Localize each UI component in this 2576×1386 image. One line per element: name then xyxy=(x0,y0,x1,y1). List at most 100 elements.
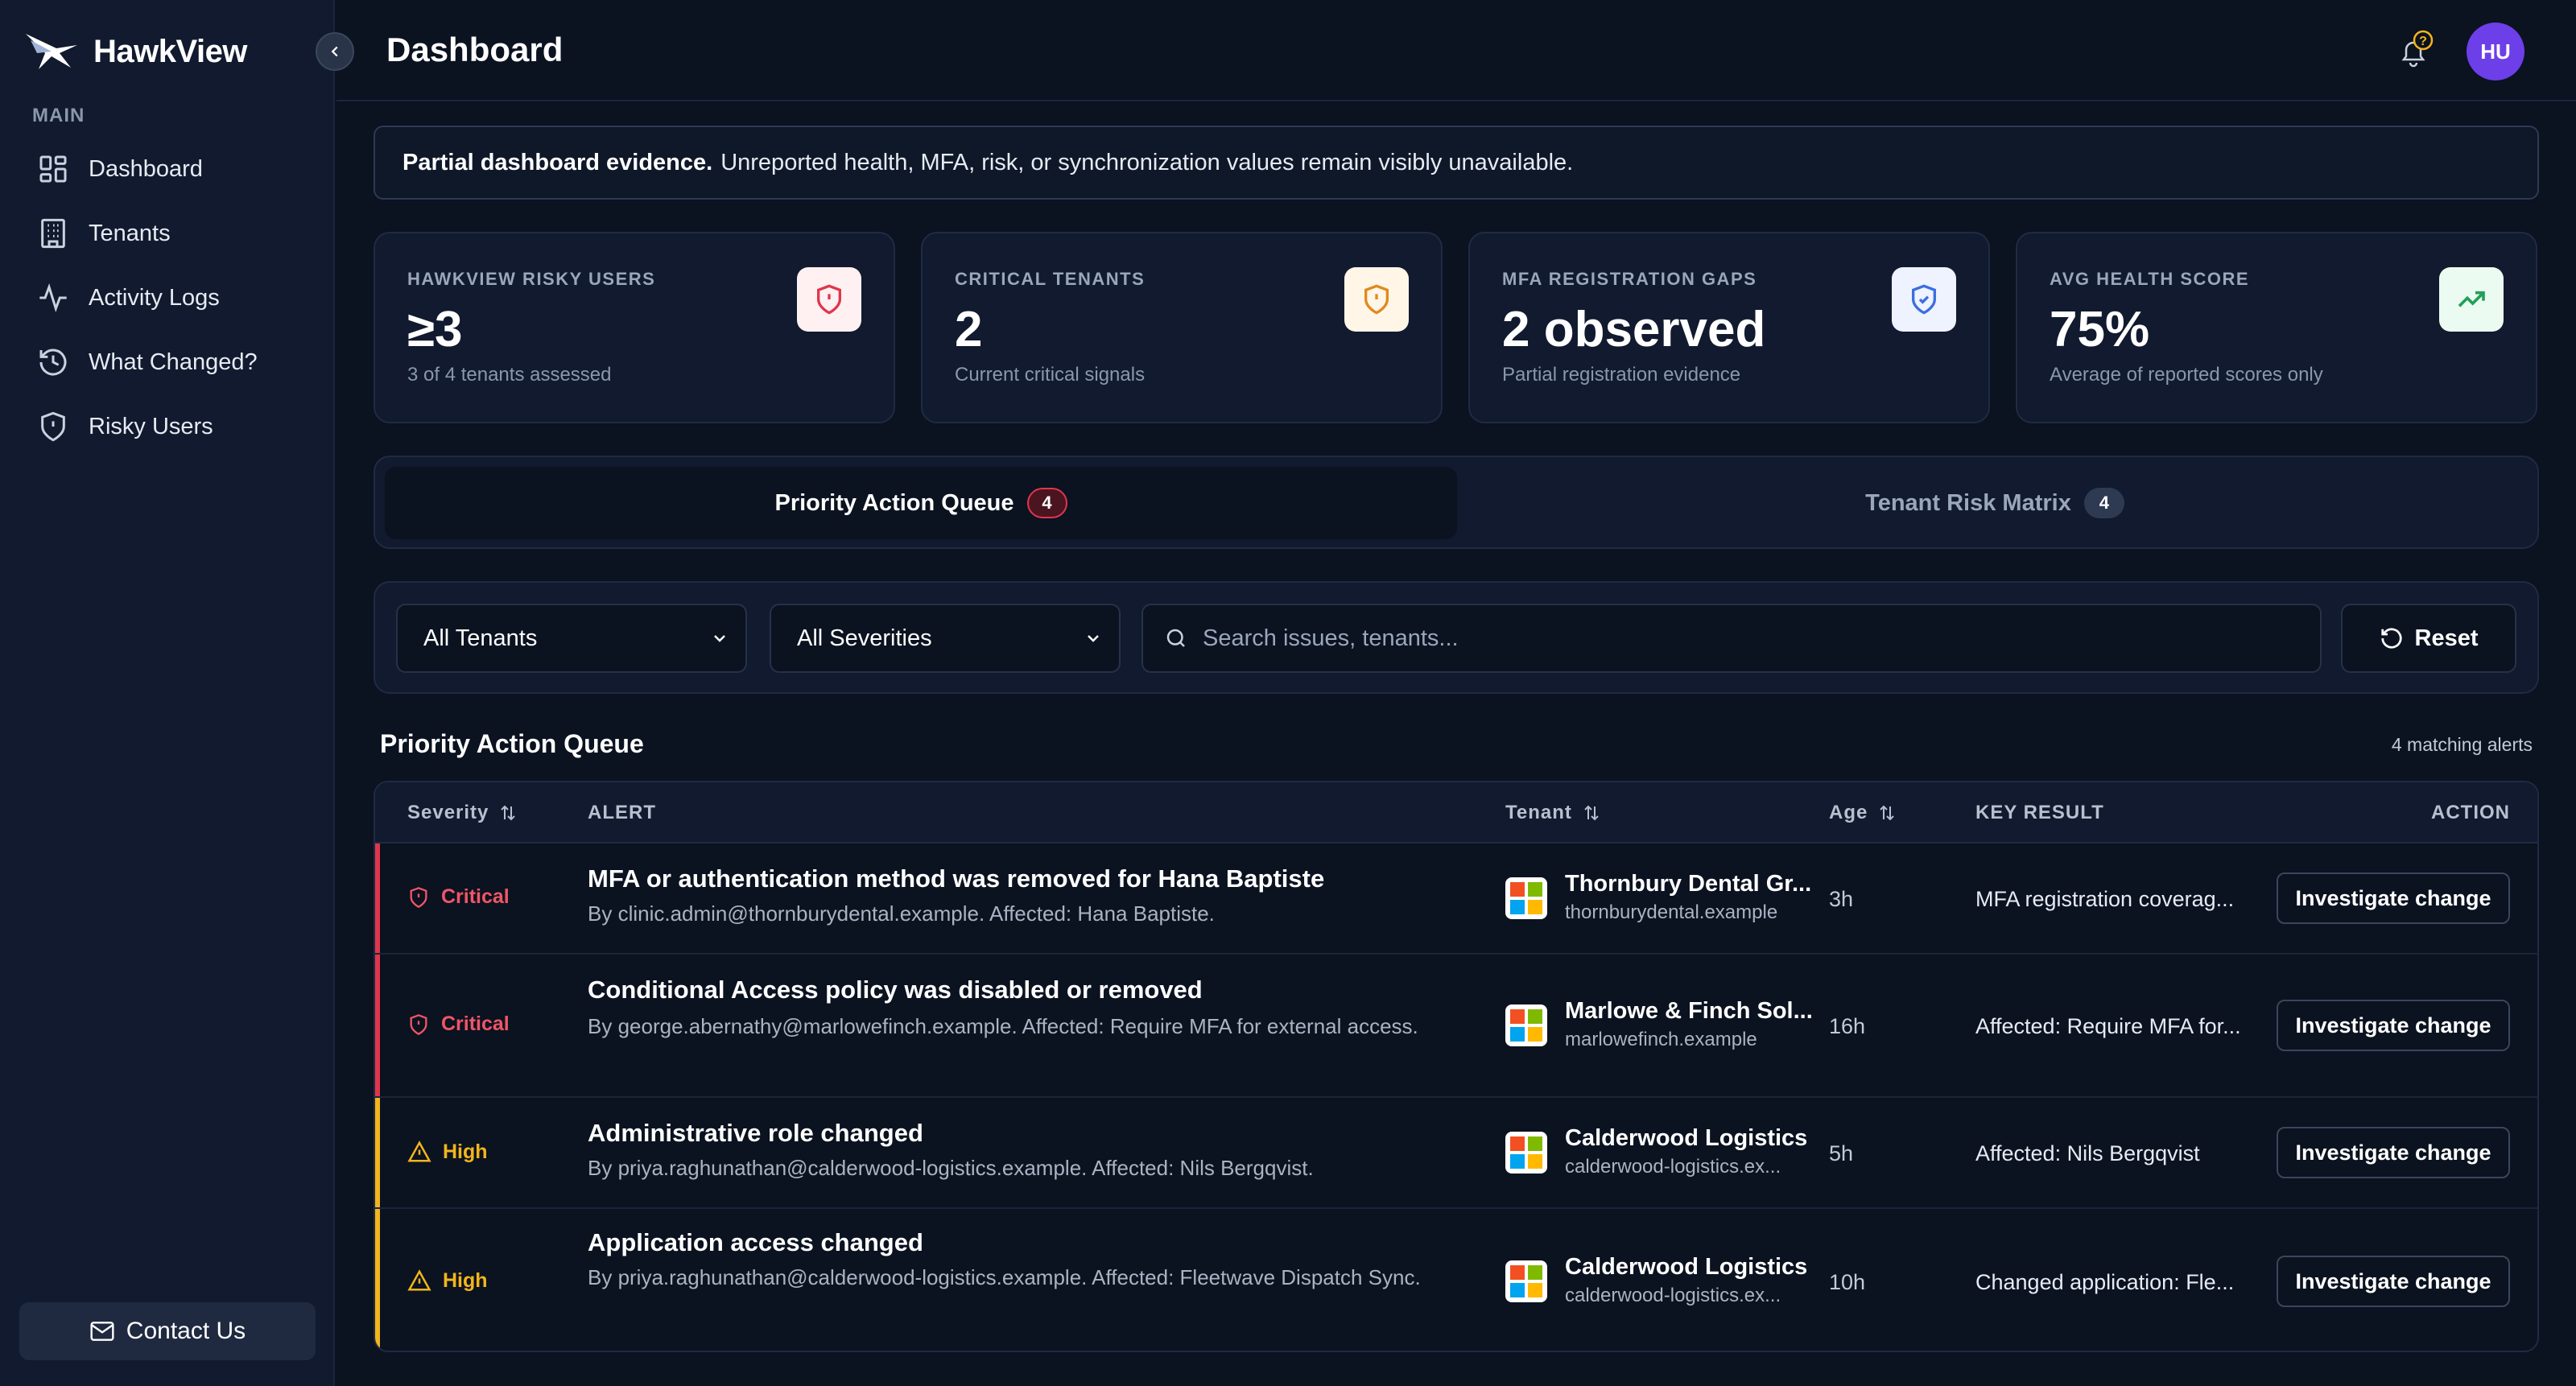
sort-icon xyxy=(1584,805,1599,821)
column-tenant[interactable]: Tenant xyxy=(1505,802,1601,824)
alert-title: MFA or authentication method was removed… xyxy=(588,864,1325,893)
search-input[interactable] xyxy=(1203,625,2297,652)
severity-label: High xyxy=(443,1140,488,1163)
notification-bell-icon[interactable]: ? xyxy=(2392,29,2438,74)
tab-priority-action-queue[interactable]: Priority Action Queue 4 xyxy=(385,467,1457,539)
table-row[interactable]: High Administrative role changed By priy… xyxy=(375,1098,2537,1209)
tab-count-badge: 4 xyxy=(2083,488,2124,518)
tenant-name: Thornbury Dental Gr... xyxy=(1565,871,1812,897)
building-icon xyxy=(41,218,65,249)
severity-critical: Critical xyxy=(407,885,510,909)
match-count: 4 matching alerts xyxy=(2391,734,2533,755)
severity-high: High xyxy=(407,1268,488,1293)
sidebar-item-label: Tenants xyxy=(89,220,171,246)
severity-label: Critical xyxy=(441,1013,510,1035)
queue-title: Priority Action Queue xyxy=(380,729,644,758)
contact-us-label: Contact Us xyxy=(126,1318,246,1344)
sort-icon xyxy=(1880,805,1895,821)
history-icon xyxy=(39,349,67,376)
stat-card-critical-tenants: CRITICAL TENANTS 2 Current critical sign… xyxy=(921,232,1443,423)
tenant-domain: marlowefinch.example xyxy=(1565,1029,1757,1050)
severity-label: Critical xyxy=(441,885,510,908)
stat-card-risky-users: HAWKVIEW RISKY USERS ≥3 3 of 4 tenants a… xyxy=(374,232,895,423)
stat-card-health-score: AVG HEALTH SCORE 75% Average of reported… xyxy=(2016,232,2537,423)
alert-age: 16h xyxy=(1829,1014,1866,1038)
tenant-domain: calderwood-logistics.ex... xyxy=(1565,1156,1781,1178)
svg-text:?: ? xyxy=(2419,35,2427,48)
column-label: ALERT xyxy=(588,802,656,823)
severity-select[interactable]: All Severities xyxy=(770,604,1121,673)
brand[interactable]: HawkView xyxy=(24,29,247,74)
tenant-name: Calderwood Logistics xyxy=(1565,1125,1808,1151)
avatar[interactable]: HU xyxy=(2467,23,2524,80)
stat-label: AVG HEALTH SCORE xyxy=(2050,269,2250,289)
column-age[interactable]: Age xyxy=(1829,802,1897,824)
sidebar-item-risky-users[interactable]: Risky Users xyxy=(19,394,317,459)
column-label: Age xyxy=(1829,802,1868,823)
stat-card-mfa-gaps: MFA REGISTRATION GAPS 2 observed Partial… xyxy=(1468,232,1990,423)
severity-label: High xyxy=(443,1268,488,1292)
alert-title: Conditional Access policy was disabled o… xyxy=(588,976,1203,1004)
trending-up-icon xyxy=(2439,267,2504,332)
stat-value: 2 xyxy=(955,302,983,357)
investigate-change-button[interactable]: Investigate change xyxy=(2277,1256,2510,1307)
investigate-change-button[interactable]: Investigate change xyxy=(2277,1000,2510,1051)
sidebar-item-what-changed[interactable]: What Changed? xyxy=(19,330,317,394)
table-row[interactable]: Critical Conditional Access policy was d… xyxy=(375,955,2537,1098)
table-header: Severity ALERT Tenant Age KEY RESULT ACT… xyxy=(375,782,2537,844)
column-severity[interactable]: Severity xyxy=(407,802,518,824)
tab-label: Priority Action Queue xyxy=(774,489,1014,516)
sidebar-item-dashboard[interactable]: Dashboard xyxy=(19,137,317,201)
collapse-sidebar-button[interactable] xyxy=(316,32,354,71)
table-row[interactable]: High Application access changed By priya… xyxy=(375,1209,2537,1351)
tenant-logo-icon xyxy=(1505,1132,1547,1174)
shield-alert-icon xyxy=(797,267,861,332)
view-tabs: Priority Action Queue 4 Tenant Risk Matr… xyxy=(374,456,2539,549)
alert-age: 10h xyxy=(1829,1270,1866,1294)
page-title: Dashboard xyxy=(386,31,564,68)
sidebar-item-label: Risky Users xyxy=(89,413,213,439)
severity-bar xyxy=(375,1209,380,1351)
key-result: Affected: Require MFA for... xyxy=(1975,1014,2241,1038)
column-label: Tenant xyxy=(1505,802,1572,823)
alert-title: Administrative role changed xyxy=(588,1119,923,1147)
contact-us-button[interactable]: Contact Us xyxy=(19,1302,316,1360)
tenant-logo-icon xyxy=(1505,877,1547,919)
investigate-change-button[interactable]: Investigate change xyxy=(2277,1127,2510,1178)
column-label: ACTION xyxy=(2431,802,2510,823)
column-label: Severity xyxy=(407,802,489,823)
severity-critical: Critical xyxy=(407,1013,510,1036)
dashboard-icon xyxy=(39,155,67,183)
investigate-change-button[interactable]: Investigate change xyxy=(2277,872,2510,924)
table-row[interactable]: Critical MFA or authentication method wa… xyxy=(375,844,2537,955)
banner-text: Unreported health, MFA, risk, or synchro… xyxy=(720,149,1574,175)
severity-bar xyxy=(375,1098,380,1207)
sidebar-item-tenants[interactable]: Tenants xyxy=(19,201,317,266)
stat-value: ≥3 xyxy=(407,302,463,357)
severity-high: High xyxy=(407,1140,488,1164)
key-result: Affected: Nils Bergqvist xyxy=(1975,1141,2200,1165)
tenant-logo-icon xyxy=(1505,1004,1547,1046)
tab-tenant-risk-matrix[interactable]: Tenant Risk Matrix 4 xyxy=(1459,467,2531,539)
banner-bold-text: Partial dashboard evidence. xyxy=(402,149,713,175)
stat-subtext: Partial registration evidence xyxy=(1502,364,1741,386)
alert-description: By priya.raghunathan@calderwood-logistic… xyxy=(588,1265,1421,1289)
sidebar: HawkView MAIN Dashboard Tenants Activity… xyxy=(0,0,335,1386)
sidebar-nav: Dashboard Tenants Activity Logs What Cha… xyxy=(19,137,317,459)
chevron-down-icon xyxy=(714,635,725,642)
tenant-select[interactable]: All Tenants xyxy=(396,604,747,673)
sidebar-item-activity-logs[interactable]: Activity Logs xyxy=(19,266,317,330)
key-result: Changed application: Fle... xyxy=(1975,1270,2235,1294)
top-bar: Dashboard ? HU xyxy=(336,0,2576,101)
reset-button[interactable]: Reset xyxy=(2341,604,2516,673)
shield-alert-icon xyxy=(1344,267,1409,332)
column-label: KEY RESULT xyxy=(1975,802,2104,823)
sidebar-item-label: Activity Logs xyxy=(89,284,220,311)
severity-bar xyxy=(375,955,380,1096)
alert-description: By clinic.admin@thornburydental.example.… xyxy=(588,901,1215,926)
shield-alert-icon xyxy=(410,886,427,908)
stat-label: MFA REGISTRATION GAPS xyxy=(1502,269,1757,289)
key-result: MFA registration coverag... xyxy=(1975,887,2235,911)
alert-description: By george.abernathy@marlowefinch.example… xyxy=(588,1014,1418,1038)
shield-check-icon xyxy=(1892,267,1956,332)
